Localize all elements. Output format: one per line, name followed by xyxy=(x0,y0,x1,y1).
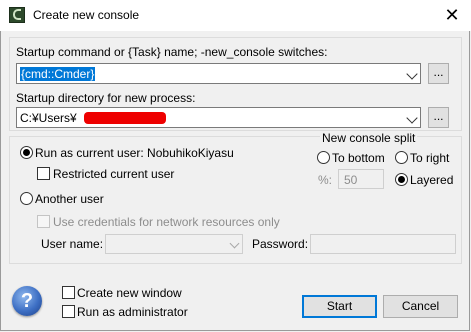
split-percent-label: %: xyxy=(318,173,333,187)
split-to-bottom-radio[interactable] xyxy=(317,151,330,164)
create-new-window-label[interactable]: Create new window xyxy=(77,286,182,300)
close-icon[interactable]: ✕ xyxy=(440,3,464,27)
user-name-combo[interactable] xyxy=(105,234,243,254)
run-as-admin-label[interactable]: Run as administrator xyxy=(77,305,188,319)
startup-command-browse-button[interactable]: ... xyxy=(428,63,449,84)
startup-directory-label: Startup directory for new process: xyxy=(16,91,196,105)
restricted-user-checkbox[interactable] xyxy=(37,167,50,180)
help-icon[interactable]: ? xyxy=(12,286,42,316)
split-percent-value: 50 xyxy=(344,173,358,187)
split-to-right-label[interactable]: To right xyxy=(410,151,449,165)
startup-command-value: {cmd::Cmder} xyxy=(18,66,97,82)
run-as-current-user-radio[interactable] xyxy=(20,146,33,159)
user-name-label: User name: xyxy=(41,237,104,251)
startup-directory-combo[interactable]: C:¥Users¥ xyxy=(16,107,421,128)
chevron-down-icon xyxy=(406,112,418,124)
startup-directory-browse-button[interactable]: ... xyxy=(428,107,449,128)
startup-command-label: Startup command or {Task} name; -new_con… xyxy=(16,45,328,59)
split-percent-field[interactable]: 50 xyxy=(338,169,384,189)
another-user-label[interactable]: Another user xyxy=(35,192,104,206)
split-to-bottom-label[interactable]: To bottom xyxy=(332,151,385,165)
window-title: Create new console xyxy=(33,8,140,22)
start-button[interactable]: Start xyxy=(302,295,377,318)
password-label: Password: xyxy=(252,237,309,251)
another-user-radio[interactable] xyxy=(20,192,33,205)
create-new-window-checkbox[interactable] xyxy=(62,286,75,299)
cancel-button[interactable]: Cancel xyxy=(383,295,458,318)
run-as-current-user-label[interactable]: Run as current user: NobuhikoKiyasu xyxy=(35,146,234,160)
conemu-app-icon xyxy=(9,7,25,23)
split-to-right-radio[interactable] xyxy=(395,151,408,164)
use-credentials-label: Use credentials for network resources on… xyxy=(53,215,280,229)
startup-command-combo[interactable]: {cmd::Cmder} xyxy=(16,63,421,84)
split-layered-label[interactable]: Layered xyxy=(410,173,453,187)
use-credentials-checkbox[interactable] xyxy=(37,215,50,228)
split-layered-radio[interactable] xyxy=(395,173,408,186)
chevron-down-icon xyxy=(406,68,418,80)
redaction-mark xyxy=(84,112,166,124)
startup-directory-value: C:¥Users¥ xyxy=(20,111,77,125)
split-title: New console split xyxy=(320,131,418,145)
password-field[interactable] xyxy=(310,234,456,254)
chevron-down-icon xyxy=(229,238,240,249)
restricted-user-label[interactable]: Restricted current user xyxy=(53,167,174,181)
run-as-admin-checkbox[interactable] xyxy=(62,305,75,318)
